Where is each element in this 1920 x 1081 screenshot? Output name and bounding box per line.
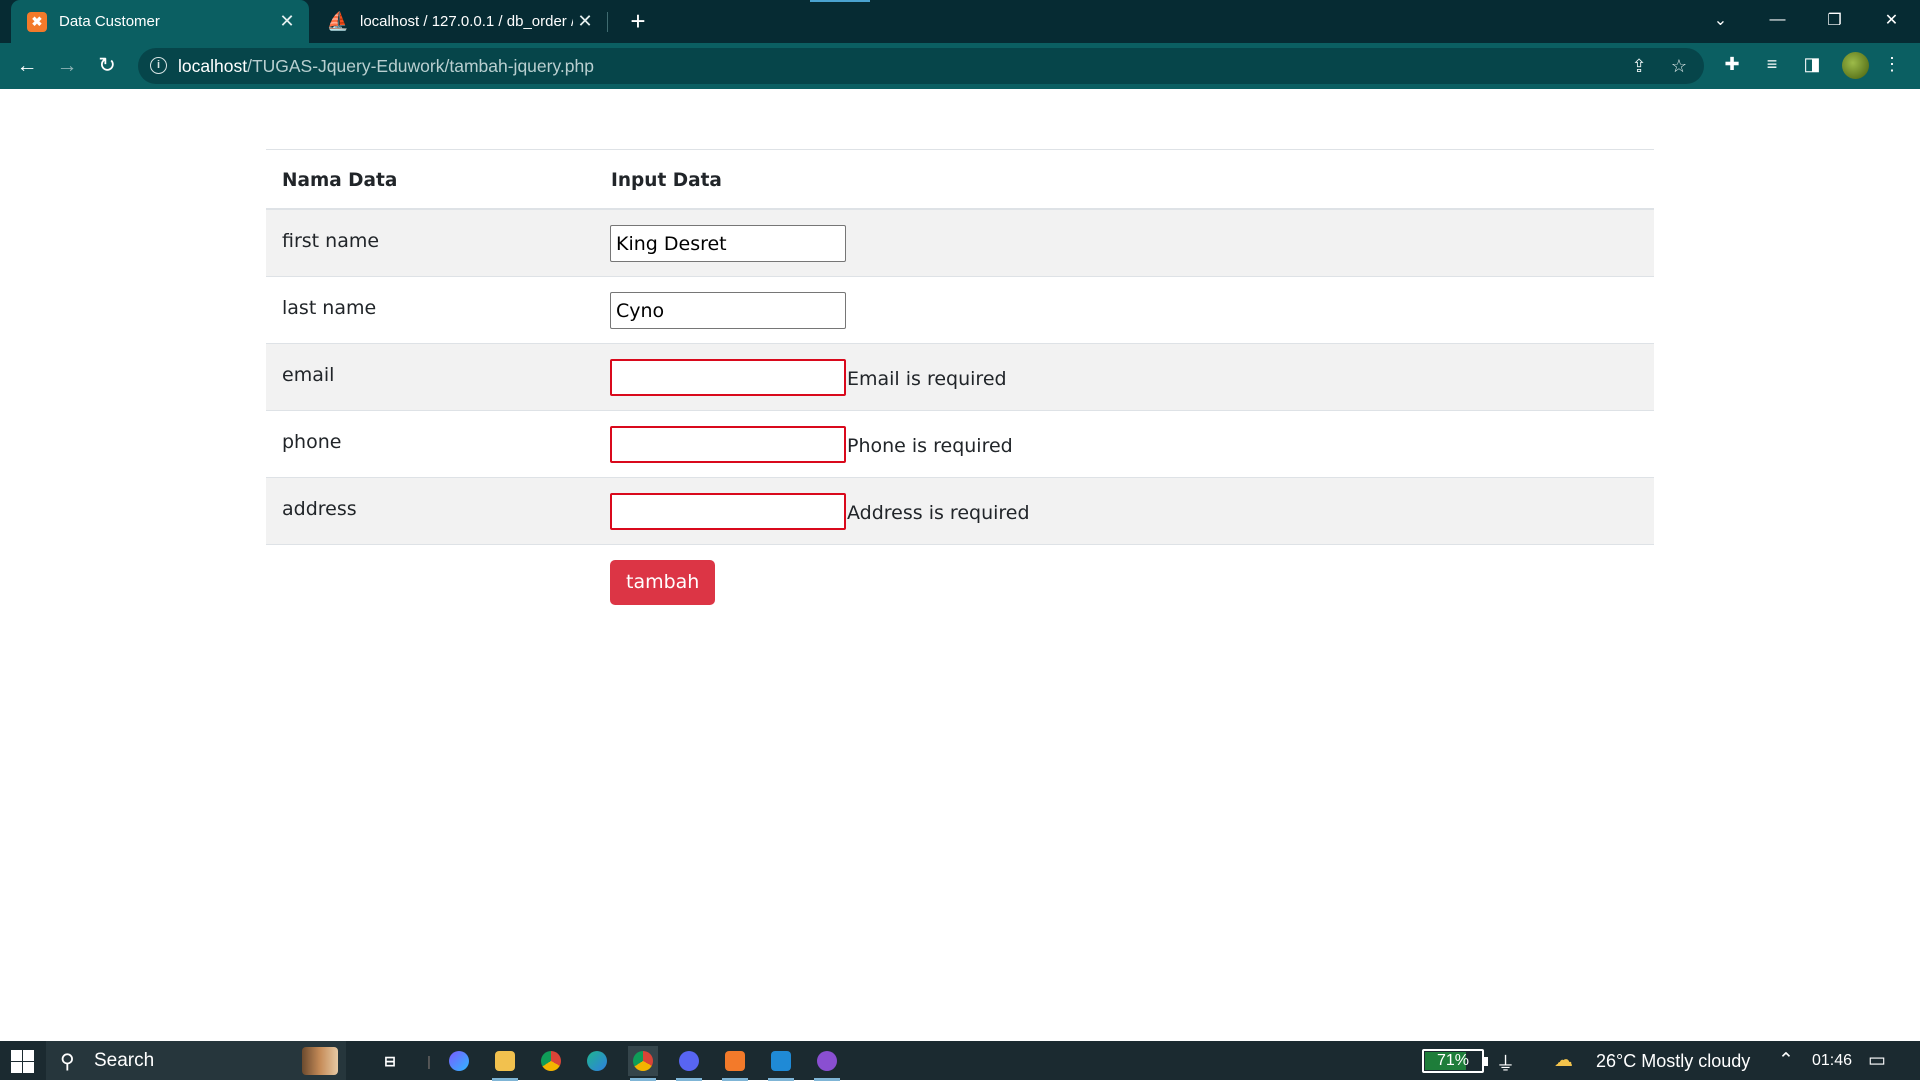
tab-title: localhost / 127.0.0.1 / db_order / <box>360 13 573 30</box>
chrome-icon[interactable] <box>536 1046 566 1076</box>
phone-error-message: Phone is required <box>847 434 1013 457</box>
weather-text[interactable]: 26°C Mostly cloudy <box>1596 1051 1750 1072</box>
table-row: first name King Desret <box>266 209 1654 276</box>
chevron-up-icon[interactable]: ⌃ <box>1778 1049 1794 1072</box>
address-bar[interactable]: i localhost/TUGAS-Jquery-Eduwork/tambah-… <box>138 48 1704 84</box>
extensions-puzzle-icon[interactable]: ✚ <box>1720 54 1744 75</box>
browser-toolbar: ← → ↻ i localhost/TUGAS-Jquery-Eduwork/t… <box>0 43 1920 89</box>
clock-time[interactable]: 01:46 <box>1812 1052 1852 1070</box>
reload-icon[interactable]: ↻ <box>92 51 122 81</box>
media-queue-icon[interactable]: ≡ <box>1760 54 1784 75</box>
email-input[interactable] <box>610 358 846 396</box>
tab-close-icon[interactable]: ✕ <box>573 11 597 32</box>
field-label-phone: phone <box>282 430 342 453</box>
back-arrow-icon[interactable]: ← <box>12 51 42 81</box>
edge-icon[interactable] <box>582 1046 612 1076</box>
task-view-icon[interactable]: ⊟ <box>375 1046 405 1076</box>
forward-arrow-icon[interactable]: → <box>52 51 82 81</box>
phone-input[interactable] <box>610 425 846 463</box>
address-url[interactable]: localhost/TUGAS-Jquery-Eduwork/tambah-jq… <box>178 56 594 77</box>
battery-indicator[interactable]: 71% <box>1422 1049 1488 1073</box>
site-info-icon[interactable]: i <box>150 57 167 74</box>
browser-tab-strip: ✖ Data Customer ✕ ⛵ localhost / 127.0.0.… <box>0 0 1920 43</box>
notifications-icon[interactable]: ▭ <box>1868 1049 1886 1072</box>
table-row: address Address is required <box>266 477 1654 544</box>
page-content: Nama Data Input Data first name King Des… <box>0 89 1920 1041</box>
discord-icon[interactable] <box>674 1046 704 1081</box>
phpmyadmin-icon: ⛵ <box>326 11 350 31</box>
address-input[interactable] <box>610 492 846 530</box>
address-error-message: Address is required <box>847 501 1030 524</box>
xampp-taskbar-icon[interactable] <box>720 1046 750 1081</box>
first-name-input[interactable]: King Desret <box>610 225 846 262</box>
menu-kebab-icon[interactable]: ⋮ <box>1880 54 1904 75</box>
tambah-button[interactable]: tambah <box>610 559 716 605</box>
field-label-email: email <box>282 363 335 386</box>
file-explorer-icon[interactable] <box>490 1046 520 1081</box>
field-label-last-name: last name <box>282 296 377 319</box>
copilot-icon[interactable] <box>444 1046 474 1076</box>
share-icon[interactable]: ⇪ <box>1628 56 1650 77</box>
table-header-row: Nama Data Input Data <box>266 149 1654 209</box>
github-desktop-icon[interactable] <box>812 1046 842 1081</box>
search-label: Search <box>94 1050 155 1071</box>
vscode-icon[interactable] <box>766 1046 796 1081</box>
tab-search-icon[interactable]: ⌄ <box>1692 0 1749 40</box>
search-icon: ⚲ <box>60 1051 75 1073</box>
field-cell: Cyno <box>595 276 1654 343</box>
windows-start-icon[interactable] <box>8 1049 36 1073</box>
last-name-input[interactable]: Cyno <box>610 291 846 329</box>
table-row: phone Phone is required <box>266 410 1654 477</box>
chrome-active-icon[interactable] <box>628 1046 658 1081</box>
tab-phpmyadmin[interactable]: ⛵ localhost / 127.0.0.1 / db_order / ✕ <box>312 0 607 43</box>
table-row: last name Cyno <box>266 276 1654 343</box>
new-tab-button[interactable]: + <box>622 5 654 37</box>
power-plug-icon: ⏚ <box>1496 1054 1516 1075</box>
field-cell: Address is required <box>595 477 1654 544</box>
field-cell: Email is required <box>595 343 1654 410</box>
tab-data-customer[interactable]: ✖ Data Customer ✕ <box>11 0 309 43</box>
field-cell: King Desret <box>595 209 1654 276</box>
column-header-input-data: Input Data <box>611 170 722 191</box>
email-error-message: Email is required <box>847 367 1007 390</box>
button-cell: tambah <box>595 544 1654 616</box>
bookmark-star-icon[interactable]: ☆ <box>1668 56 1690 77</box>
restore-button[interactable]: ❐ <box>1806 0 1863 40</box>
tab-title: Data Customer <box>59 13 160 30</box>
tab-separator <box>607 12 608 32</box>
customer-form-table: Nama Data Input Data first name King Des… <box>266 149 1654 616</box>
search-highlight-image <box>302 1047 338 1075</box>
tab-close-icon[interactable]: ✕ <box>275 11 299 32</box>
url-path: /TUGAS-Jquery-Eduwork/tambah-jquery.php <box>247 56 594 76</box>
tab-indicator <box>810 0 870 2</box>
empty-cell <box>266 544 595 616</box>
url-host: localhost <box>178 56 248 76</box>
close-window-button[interactable]: ✕ <box>1863 0 1920 40</box>
field-cell: Phone is required <box>595 410 1654 477</box>
battery-percent: 71% <box>1436 1052 1470 1069</box>
taskbar-divider: | <box>427 1053 431 1069</box>
side-panel-icon[interactable]: ◨ <box>1800 54 1824 75</box>
xampp-icon: ✖ <box>27 11 47 32</box>
column-header-nama-data: Nama Data <box>282 170 398 191</box>
taskbar-search-box[interactable]: ⚲ Search <box>46 1041 346 1080</box>
button-row: tambah <box>266 544 1654 616</box>
field-label-address: address <box>282 497 357 520</box>
field-label-first-name: first name <box>282 230 380 252</box>
weather-cloud-icon: ☁ <box>1554 1050 1573 1071</box>
minimize-button[interactable]: — <box>1749 0 1806 40</box>
table-row: email Email is required <box>266 343 1654 410</box>
windows-taskbar: ⚲ Search ⊟ | 71% ⏚ ☁ 26°C Mostly cloudy … <box>0 1041 1920 1081</box>
profile-avatar[interactable] <box>1842 52 1869 79</box>
window-controls: ⌄ — ❐ ✕ <box>1692 0 1920 43</box>
